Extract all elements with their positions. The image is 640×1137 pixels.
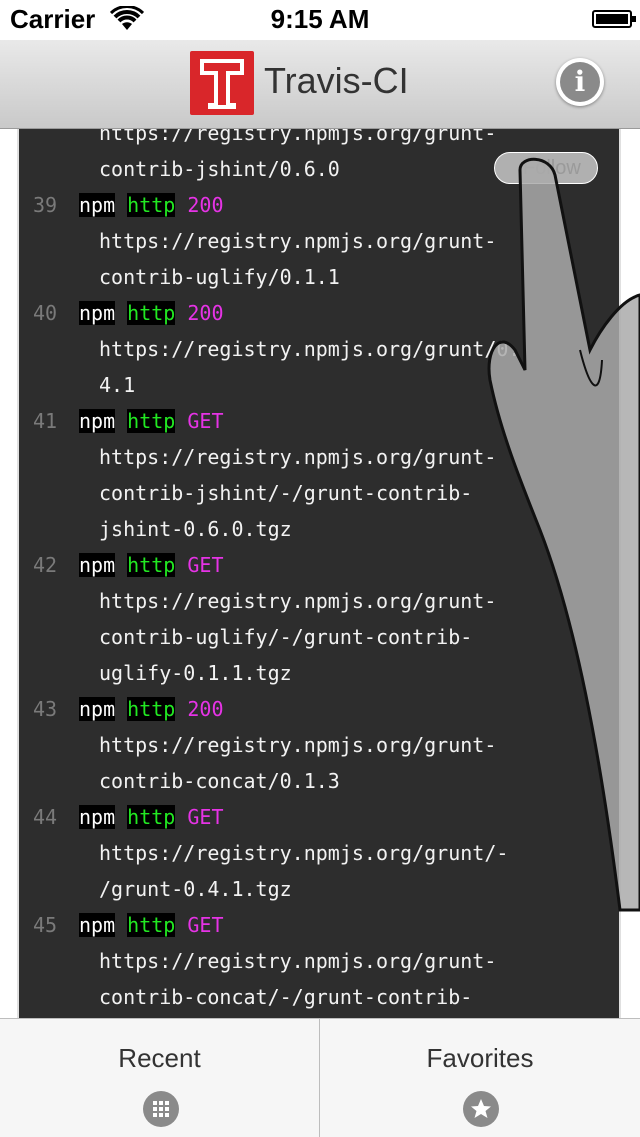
log-line-continuation-text: jshint-0.6.0.tgz (99, 517, 292, 541)
http-token: http (127, 193, 176, 217)
log-line-continuation-text: https://registry.npmjs.org/grunt- (99, 445, 497, 469)
http-token: http (127, 409, 176, 433)
log-line: 44 npm http GET (19, 799, 619, 835)
log-line-continuation: contrib-concat/-/grunt-contrib- (19, 979, 619, 1015)
battery-icon (592, 10, 636, 28)
log-line-head: npm http 200 (79, 295, 224, 331)
tab-bar: Recent Favorites (0, 1018, 640, 1137)
log-line: 42 npm http GET (19, 547, 619, 583)
http-token: http (127, 913, 176, 937)
log-line-continuation: https://registry.npmjs.org/grunt/- (19, 835, 619, 871)
line-number[interactable]: 42 (33, 547, 73, 583)
log-line: 39 npm http 200 (19, 187, 619, 223)
log-line-continuation: https://registry.npmjs.org/grunt- (19, 583, 619, 619)
log-line-continuation-text: uglify-0.1.1.tgz (99, 661, 292, 685)
status-bar: Carrier 9:15 AM (0, 0, 640, 40)
log-line-continuation-text: 4.1 (99, 373, 136, 397)
npm-token: npm (79, 553, 116, 577)
grid-icon (143, 1091, 179, 1127)
follow-toggle[interactable]: Follow (494, 152, 598, 184)
tab-recent-label: Recent (118, 1043, 201, 1073)
log-line-continuation-text: https://registry.npmjs.org/grunt- (99, 589, 497, 613)
log-line-head: npm http GET (79, 907, 224, 943)
log-line-continuation: 4.1 (19, 367, 619, 403)
status-code-token: GET (187, 553, 224, 577)
log-line-continuation-text: contrib-uglify/-/grunt-contrib- (99, 625, 473, 649)
log-line-continuation: https://registry.npmjs.org/grunt- (19, 129, 619, 151)
log-line-head: npm http 200 (79, 691, 224, 727)
status-code-token: 200 (187, 193, 224, 217)
line-number[interactable]: 43 (33, 691, 73, 727)
log-line-head: npm http 200 (79, 187, 224, 223)
log-line-continuation: https://registry.npmjs.org/grunt- (19, 223, 619, 259)
line-number[interactable]: 41 (33, 403, 73, 439)
line-number[interactable]: 44 (33, 799, 73, 835)
http-token: http (127, 301, 176, 325)
info-icon: i (560, 62, 600, 102)
http-token: http (127, 805, 176, 829)
log-line-continuation-text: contrib-uglify/0.1.1 (99, 265, 340, 289)
log-line-continuation-text: https://registry.npmjs.org/grunt- (99, 733, 497, 757)
line-number[interactable]: 40 (33, 295, 73, 331)
log-line-continuation: contrib-jshint/-/grunt-contrib- (19, 475, 619, 511)
log-content: https://registry.npmjs.org/grunt-contrib… (19, 129, 619, 1015)
clock-label: 9:15 AM (270, 4, 370, 34)
log-line-continuation: contrib-uglify/-/grunt-contrib- (19, 619, 619, 655)
log-line-continuation-text: contrib-concat/-/grunt-contrib- (99, 985, 473, 1009)
log-line-continuation-text: /grunt-0.4.1.tgz (99, 877, 292, 901)
npm-token: npm (79, 697, 116, 721)
log-line-continuation-text: https://registry.npmjs.org/grunt- (99, 129, 497, 145)
npm-token: npm (79, 409, 116, 433)
status-code-token: GET (187, 805, 224, 829)
tab-favorites[interactable]: Favorites (320, 1019, 640, 1137)
log-line: 45 npm http GET (19, 907, 619, 943)
log-line-continuation: https://registry.npmjs.org/grunt- (19, 439, 619, 475)
log-line: 40 npm http 200 (19, 295, 619, 331)
tab-recent[interactable]: Recent (0, 1019, 320, 1137)
http-token: http (127, 697, 176, 721)
log-line-continuation-text: contrib-jshint/-/grunt-contrib- (99, 481, 473, 505)
line-number[interactable]: 39 (33, 187, 73, 223)
log-line: 41 npm http GET (19, 403, 619, 439)
status-code-token: GET (187, 913, 224, 937)
log-line-continuation: contrib-uglify/0.1.1 (19, 259, 619, 295)
info-button[interactable]: i (556, 58, 604, 106)
log-line-continuation: /grunt-0.4.1.tgz (19, 871, 619, 907)
line-number[interactable]: 45 (33, 907, 73, 943)
status-code-token: 200 (187, 697, 224, 721)
log-line-head: npm http GET (79, 403, 224, 439)
star-icon (463, 1091, 499, 1127)
navigation-bar: Travis-CI i (0, 40, 640, 129)
npm-token: npm (79, 913, 116, 937)
log-line-continuation: https://registry.npmjs.org/grunt/0. (19, 331, 619, 367)
toggle-knob (503, 161, 517, 175)
follow-label: Follow (523, 157, 581, 179)
log-line-continuation-text: https://registry.npmjs.org/grunt/- (99, 841, 509, 865)
npm-token: npm (79, 193, 116, 217)
npm-token: npm (79, 805, 116, 829)
travis-logo (190, 51, 254, 115)
http-token: http (127, 553, 176, 577)
build-log[interactable]: https://registry.npmjs.org/grunt-contrib… (17, 129, 621, 1018)
npm-token: npm (79, 301, 116, 325)
log-line-head: npm http GET (79, 547, 224, 583)
tab-favorites-label: Favorites (426, 1043, 534, 1073)
log-line: 43 npm http 200 (19, 691, 619, 727)
log-line-continuation: jshint-0.6.0.tgz (19, 511, 619, 547)
log-line-continuation: uglify-0.1.1.tgz (19, 655, 619, 691)
status-code-token: 200 (187, 301, 224, 325)
log-line-continuation-text: https://registry.npmjs.org/grunt/0. (99, 337, 521, 361)
status-code-token: GET (187, 409, 224, 433)
log-line-continuation-text: https://registry.npmjs.org/grunt- (99, 949, 497, 973)
logo-t-glyph (200, 59, 244, 109)
log-line-continuation-text: contrib-concat/0.1.3 (99, 769, 340, 793)
log-line-continuation-text: https://registry.npmjs.org/grunt- (99, 229, 497, 253)
log-line-continuation: https://registry.npmjs.org/grunt- (19, 943, 619, 979)
page-title: Travis-CI (264, 60, 409, 101)
log-line-head: npm http GET (79, 799, 224, 835)
log-line-continuation: contrib-concat/0.1.3 (19, 763, 619, 799)
log-line-continuation-text: contrib-jshint/0.6.0 (99, 157, 340, 181)
log-line-continuation: https://registry.npmjs.org/grunt- (19, 727, 619, 763)
